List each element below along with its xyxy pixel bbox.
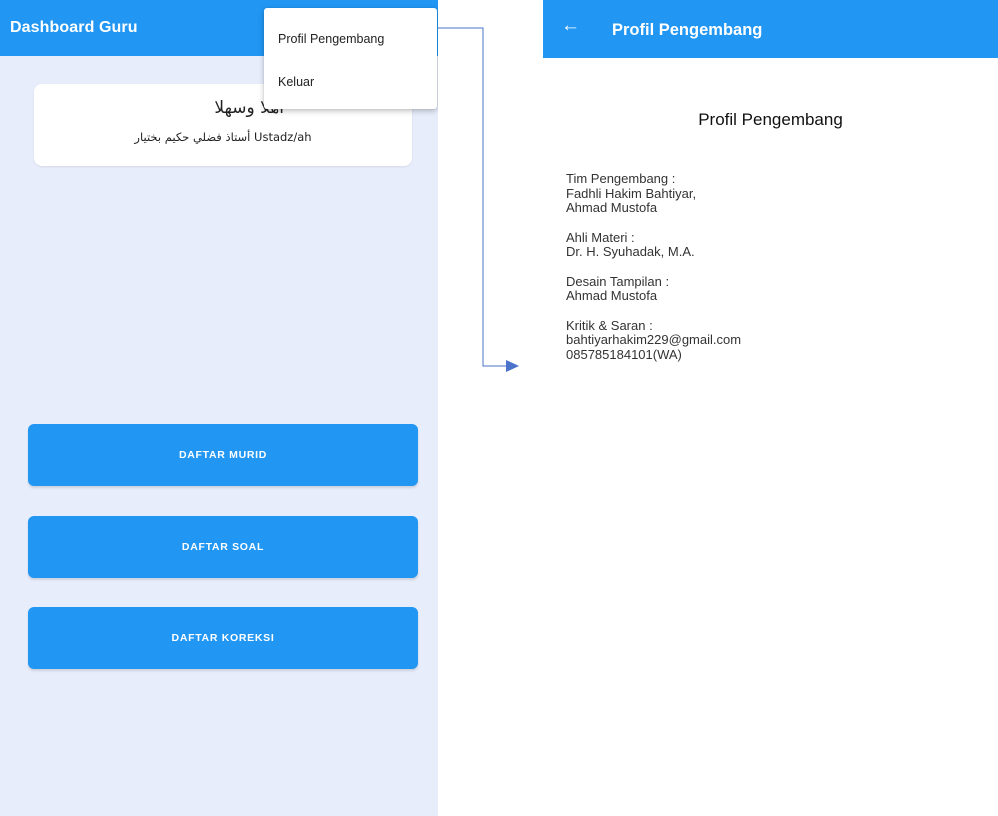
section-ahli-materi: Ahli Materi : Dr. H. Syuhadak, M.A. bbox=[566, 229, 986, 260]
daftar-soal-button[interactable]: DAFTAR SOAL bbox=[28, 516, 418, 578]
profile-content: Tim Pengembang : Fadhli Hakim Bahtiyar, … bbox=[566, 171, 986, 377]
dashboard-screen: Dashboard Guru أهلا وسهلا أستاذ فضلي حكي… bbox=[0, 0, 438, 816]
figure: Dashboard Guru أهلا وسهلا أستاذ فضلي حكي… bbox=[0, 0, 998, 816]
app-bar-title: Dashboard Guru bbox=[10, 19, 138, 36]
section-label: Kritik & Saran : bbox=[566, 317, 653, 333]
email-text: bahtiyarhakim229@gmail.com bbox=[566, 332, 742, 347]
section-line: Dr. H. Syuhadak, M.A. bbox=[566, 244, 695, 259]
daftar-murid-button[interactable]: DAFTAR MURID bbox=[28, 424, 418, 486]
section-tim-pengembang: Tim Pengembang : Fadhli Hakim Bahtiyar, … bbox=[566, 171, 986, 216]
app-bar: ← Profil Pengembang bbox=[543, 0, 998, 58]
daftar-koreksi-button[interactable]: DAFTAR KOREKSI bbox=[28, 607, 418, 669]
section-line: Ahmad Mustofa bbox=[566, 200, 658, 215]
section-label: Ahli Materi : bbox=[566, 229, 635, 245]
menu-item-profil-pengembang[interactable]: Profil Pengembang bbox=[278, 32, 384, 46]
arrowhead-icon bbox=[506, 360, 519, 372]
section-desain-tampilan: Desain Tampilan : Ahmad Mustofa bbox=[566, 273, 986, 304]
section-label: Desain Tampilan : bbox=[566, 273, 670, 289]
app-bar-title: Profil Pengembang bbox=[612, 21, 763, 39]
phone-text: 085785184101(WA) bbox=[566, 346, 682, 362]
page-title: Profil Pengembang bbox=[698, 110, 843, 129]
teacher-name: أستاذ فضلي حكيم بختيار Ustadz/ah bbox=[134, 130, 312, 144]
section-line: Ahmad Mustofa bbox=[566, 288, 658, 303]
section-kritik-saran: Kritik & Saran : bahtiyarhakim229@gmail.… bbox=[566, 317, 986, 363]
section-label: Tim Pengembang : bbox=[566, 171, 676, 186]
menu-item-keluar[interactable]: Keluar bbox=[278, 75, 314, 89]
overflow-menu: Profil Pengembang Keluar bbox=[264, 8, 437, 109]
profil-pengembang-screen: ← Profil Pengembang Profil Pengembang Ti… bbox=[543, 0, 998, 816]
section-line: Fadhli Hakim Bahtiyar, bbox=[566, 185, 697, 201]
arrow-left-icon[interactable]: ← bbox=[561, 16, 580, 35]
